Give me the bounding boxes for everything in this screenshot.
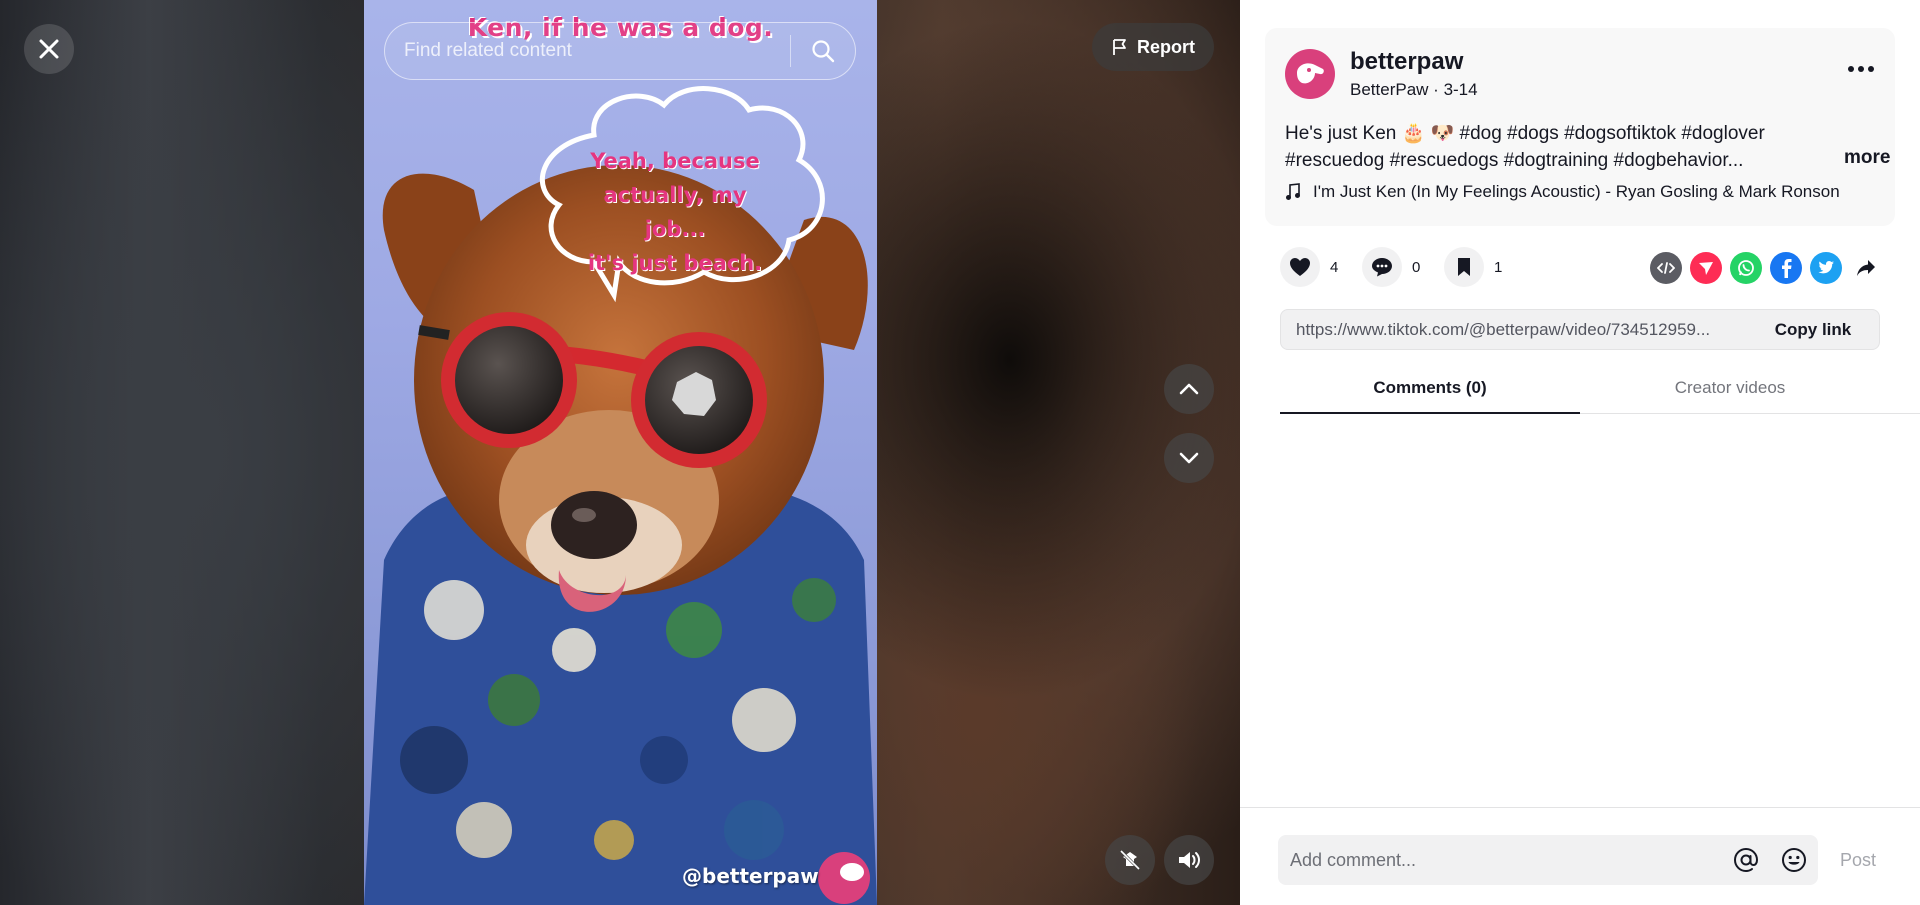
comment-button[interactable] [1362, 247, 1402, 287]
next-video-button[interactable] [1164, 433, 1214, 483]
video-link-url[interactable]: https://www.tiktok.com/@betterpaw/video/… [1281, 320, 1747, 340]
more-share-button[interactable] [1850, 252, 1882, 284]
heart-icon [1290, 258, 1310, 276]
facebook-icon [1782, 259, 1792, 278]
video-player-area: Ken, if he was a dog. Yeah, because actu… [0, 0, 1240, 905]
close-button[interactable] [24, 24, 74, 74]
music-title: I'm Just Ken (In My Feelings Acoustic) -… [1313, 182, 1840, 201]
facebook-button[interactable] [1770, 252, 1802, 284]
save-button[interactable] [1444, 247, 1484, 287]
bubble-line: Yeah, because [590, 149, 760, 173]
bookmark-icon [1458, 258, 1470, 276]
whatsapp-button[interactable] [1730, 252, 1762, 284]
panel-tabs: Comments (0) Creator videos [1280, 372, 1920, 414]
betterpaw-logo-icon [1297, 63, 1324, 84]
description-more-button[interactable]: more [1844, 147, 1890, 169]
emoji-icon [1782, 848, 1806, 872]
at-sign-icon [1733, 847, 1759, 873]
comment-bubble-icon [1372, 258, 1392, 277]
save-action: 1 [1444, 247, 1502, 287]
avatar[interactable] [1285, 49, 1335, 99]
previous-video-button[interactable] [1164, 364, 1214, 414]
related-content-search [384, 22, 856, 80]
details-panel: betterpaw BetterPaw · 3-14 He's just Ken… [1240, 0, 1920, 905]
bubble-line: actually, my job... [603, 183, 747, 241]
copy-link-button[interactable]: Copy link [1747, 320, 1879, 340]
separator-dot: · [1433, 80, 1444, 99]
report-label: Report [1137, 36, 1195, 57]
twitter-button[interactable] [1810, 252, 1842, 284]
comment-action: 0 [1362, 247, 1420, 287]
floating-player-button[interactable] [1105, 835, 1155, 885]
music-link[interactable]: I'm Just Ken (In My Feelings Acoustic) -… [1285, 182, 1840, 202]
send-to-friends-button[interactable] [1690, 252, 1722, 284]
comment-input[interactable] [1278, 835, 1722, 885]
description-line: #rescuedog #rescuedogs #dogtraining #dog… [1285, 150, 1744, 171]
author-subline: BetterPaw · 3-14 [1350, 80, 1478, 100]
action-bar: 4 0 1 [1280, 247, 1880, 291]
username[interactable]: betterpaw [1350, 48, 1463, 76]
display-name: BetterPaw [1350, 80, 1429, 99]
search-input[interactable] [404, 23, 790, 79]
post-description: He's just Ken 🎂 🐶 #dog #dogs #dogsoftikt… [1285, 120, 1835, 174]
mention-button[interactable] [1722, 835, 1770, 885]
like-action: 4 [1280, 247, 1338, 287]
video-watermark: @betterpaw [682, 864, 819, 888]
volume-button[interactable] [1164, 835, 1214, 885]
embed-button[interactable] [1650, 252, 1682, 284]
ellipsis-icon [1848, 66, 1874, 72]
video-frame[interactable]: Ken, if he was a dog. Yeah, because actu… [364, 0, 877, 905]
search-button[interactable] [791, 23, 855, 79]
tab-creator-videos[interactable]: Creator videos [1580, 372, 1880, 414]
video-link-box: https://www.tiktok.com/@betterpaw/video/… [1280, 309, 1880, 350]
bubble-line: it's just beach. [587, 251, 763, 275]
comment-box [1278, 835, 1818, 885]
post-info-card: betterpaw BetterPaw · 3-14 He's just Ken… [1265, 28, 1895, 226]
comment-count: 0 [1412, 258, 1421, 276]
share-arrow-icon [1857, 260, 1875, 276]
floating-player-off-icon [1119, 849, 1141, 871]
whatsapp-icon [1738, 260, 1754, 276]
save-count: 1 [1494, 258, 1503, 276]
more-options-button[interactable] [1843, 58, 1879, 80]
speaker-icon [1179, 852, 1200, 868]
embed-icon [1657, 262, 1675, 274]
close-icon [39, 39, 59, 59]
post-comment-button[interactable]: Post [1840, 850, 1876, 871]
twitter-icon [1818, 261, 1834, 274]
chevron-down-icon [1179, 452, 1199, 464]
report-button[interactable]: Report [1092, 23, 1214, 71]
comment-bar: Post [1240, 807, 1920, 905]
tab-comments[interactable]: Comments (0) [1280, 372, 1580, 414]
flag-icon [1113, 39, 1126, 55]
emoji-button[interactable] [1770, 835, 1818, 885]
like-count: 4 [1330, 258, 1339, 276]
video-dog-image [364, 86, 877, 905]
search-icon [812, 40, 835, 63]
send-to-friends-icon [1699, 262, 1713, 275]
like-button[interactable] [1280, 247, 1320, 287]
post-date: 3-14 [1443, 80, 1478, 99]
video-bubble-text: Yeah, because actually, my job... it's j… [582, 144, 768, 280]
music-note-icon [1286, 183, 1300, 200]
description-line: He's just Ken 🎂 🐶 #dog #dogs #dogsoftikt… [1285, 123, 1765, 144]
chevron-up-icon [1179, 383, 1199, 395]
